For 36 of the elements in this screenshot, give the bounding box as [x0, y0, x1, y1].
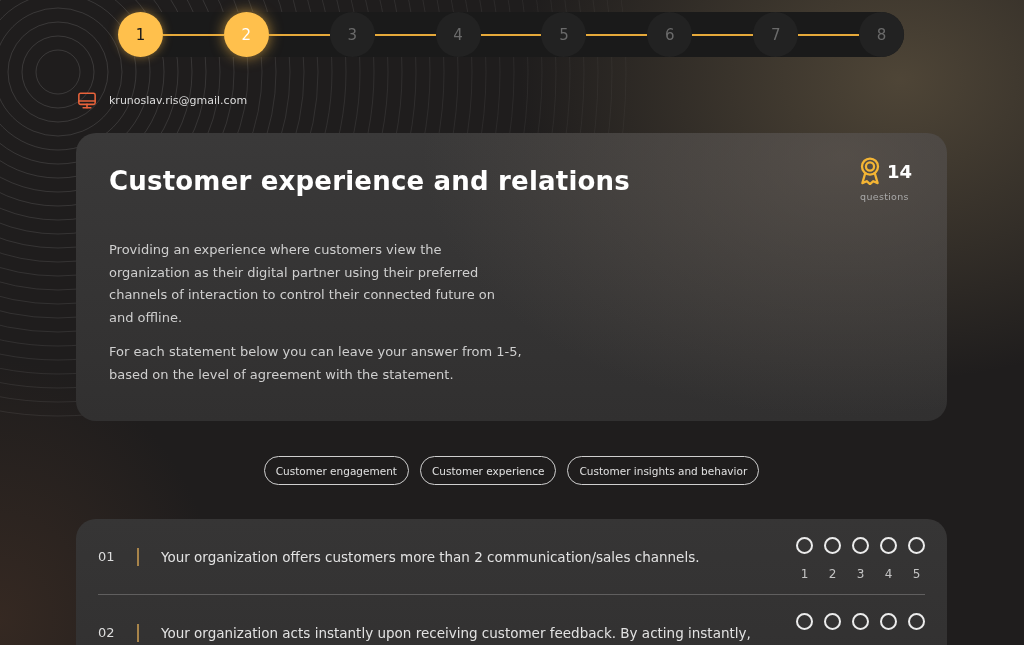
section-description: Providing an experience where customers view the organization as their digital partner using their preferred channels of interaction to control their connected future on and offline.: [109, 241, 496, 327]
question-number: 01: [98, 549, 116, 564]
radio-button[interactable]: [852, 537, 869, 554]
radio-label: 5: [912, 567, 921, 581]
step-circle[interactable]: 2: [223, 12, 269, 57]
radio-button[interactable]: [908, 613, 925, 630]
section-title: Customer experience and relations: [109, 166, 630, 196]
radio-button[interactable]: [852, 613, 869, 630]
step-circle[interactable]: 4: [435, 12, 481, 57]
question-count: 14: [886, 160, 912, 182]
user-email: krunoslav.ris@gmail.com: [109, 94, 248, 107]
monitor-icon: [78, 92, 96, 109]
radio-button[interactable]: [824, 537, 841, 554]
radio-label: 3: [856, 567, 865, 581]
section-description: For each statement below you can leave your answer from 1-5, based on the level of agreement with the statement.: [109, 343, 522, 384]
radio-label: 4: [884, 567, 893, 581]
accent-bar: [137, 623, 139, 642]
accent-bar: [137, 547, 139, 566]
radio-button[interactable]: [824, 613, 841, 630]
step-circle[interactable]: 1: [118, 12, 163, 57]
step-circle[interactable]: 6: [647, 12, 693, 57]
radio-button[interactable]: [880, 613, 897, 630]
radio-label: 1: [800, 567, 809, 581]
radio-button[interactable]: [908, 537, 925, 554]
question-text: Your organization acts instantly upon receiving customer feedback. By acting instantly,: [161, 623, 752, 642]
radio-label: 2: [828, 567, 837, 581]
step-circle[interactable]: 5: [541, 12, 587, 57]
question-number: 02: [98, 625, 116, 640]
step-circle[interactable]: 3: [329, 12, 375, 57]
radio-button[interactable]: [796, 613, 813, 630]
radio-button[interactable]: [880, 537, 897, 554]
step-circle[interactable]: 7: [753, 12, 799, 57]
question-text: Your organization offers customers more than 2 communication/sales channels.: [161, 547, 701, 566]
step-circle[interactable]: 8: [859, 12, 904, 57]
question-count-label: questions: [860, 191, 909, 202]
radio-button[interactable]: [796, 537, 813, 554]
